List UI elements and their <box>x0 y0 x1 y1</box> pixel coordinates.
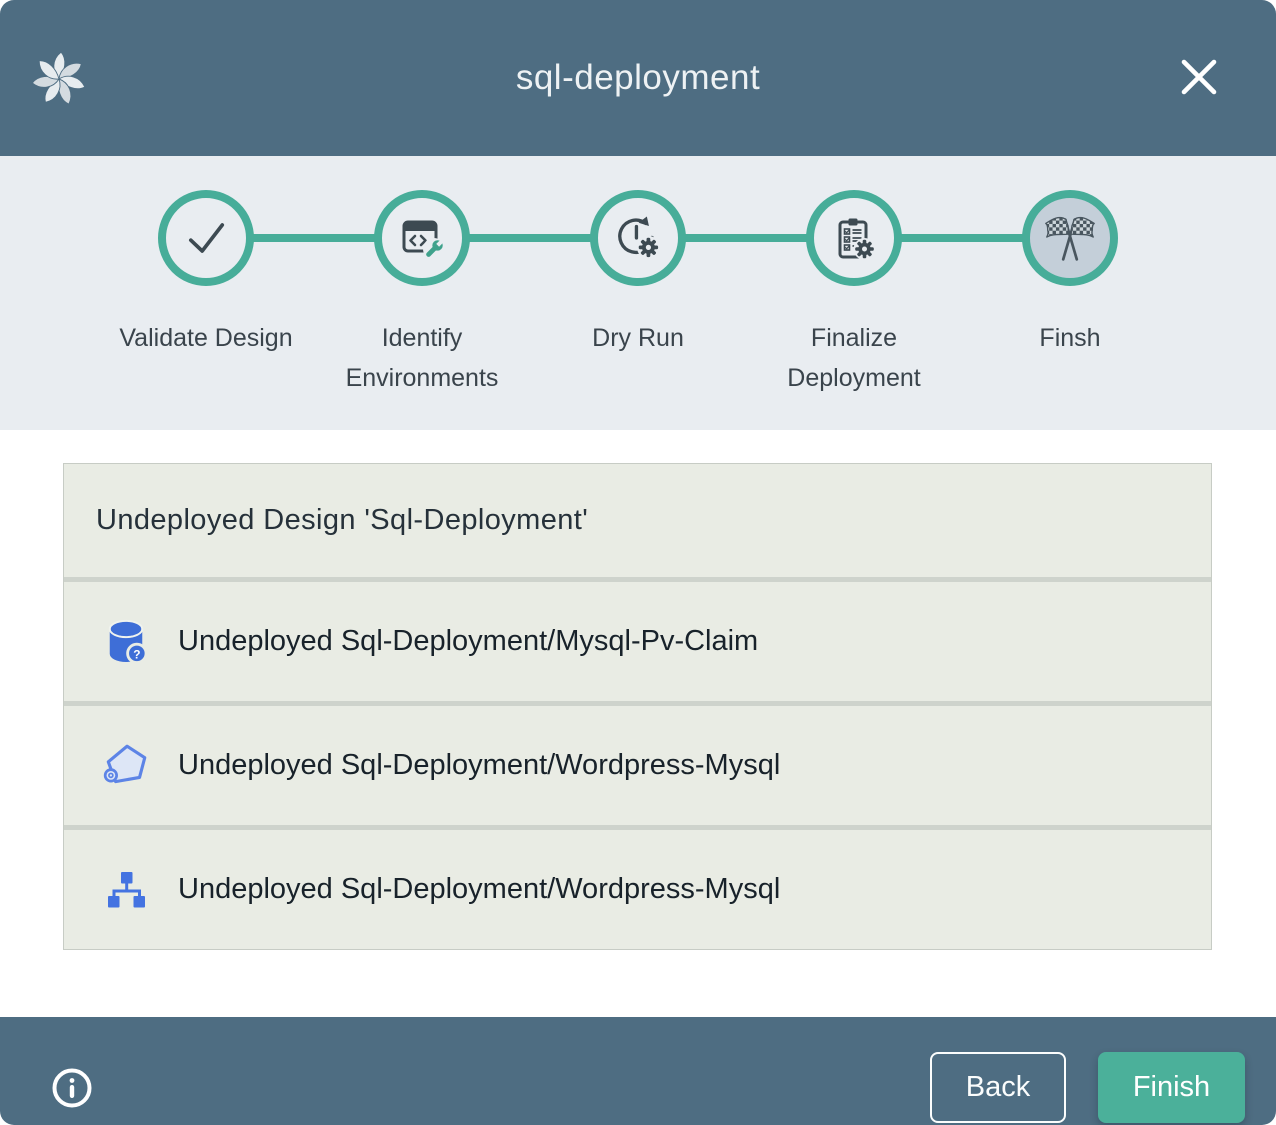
step-validate-design: Validate Design <box>98 156 314 398</box>
results-panel: Undeployed Design 'Sql-Deployment' ? Und… <box>0 463 1276 1017</box>
svg-text:?: ? <box>133 647 140 661</box>
close-icon[interactable] <box>1175 53 1223 101</box>
step-label: Dry Run <box>592 318 684 358</box>
step-label: Finalize Deployment <box>749 318 959 398</box>
step-label: Identify Environments <box>317 318 527 398</box>
info-icon[interactable] <box>50 1066 94 1110</box>
list-item: ? Undeployed Sql-Deployment/Mysql-Pv-Cla… <box>64 582 1211 701</box>
dialog-title: sql-deployment <box>0 0 1276 156</box>
wizard-stepper: Validate Design <box>0 156 1276 430</box>
step-finsh: Finsh <box>962 156 1178 398</box>
list-item-text: Undeployed Sql-Deployment/Mysql-Pv-Claim <box>178 625 758 658</box>
check-icon[interactable] <box>158 190 254 286</box>
deployment-wizard-dialog: sql-deployment Validate Design <box>0 0 1276 1125</box>
code-wrench-icon[interactable] <box>374 190 470 286</box>
clipboard-gear-icon[interactable] <box>806 190 902 286</box>
step-finalize-deployment: Finalize Deployment <box>746 156 962 398</box>
history-gear-icon[interactable] <box>590 190 686 286</box>
service-pentagon-icon <box>100 740 152 792</box>
list-item-text: Undeployed Sql-Deployment/Wordpress-Mysq… <box>178 749 780 782</box>
dialog-footer: Back Finish <box>0 1017 1276 1125</box>
result-header-row: Undeployed Design 'Sql-Deployment' <box>64 464 1211 577</box>
list-item-text: Undeployed Sql-Deployment/Wordpress-Mysq… <box>178 873 780 906</box>
list-item: Undeployed Sql-Deployment/Wordpress-Mysq… <box>64 830 1211 949</box>
step-dry-run: Dry Run <box>530 156 746 398</box>
undeployed-results-list: Undeployed Design 'Sql-Deployment' ? Und… <box>63 463 1212 950</box>
deployment-tree-icon <box>100 864 152 916</box>
back-button[interactable]: Back <box>930 1052 1066 1123</box>
checkered-flags-icon[interactable] <box>1022 190 1118 286</box>
list-item: Undeployed Sql-Deployment/Wordpress-Mysq… <box>64 706 1211 825</box>
step-label: Finsh <box>1039 318 1100 358</box>
step-identify-environments: Identify Environments <box>314 156 530 398</box>
dialog-header: sql-deployment <box>0 0 1276 156</box>
database-icon: ? <box>100 616 152 668</box>
finish-button[interactable]: Finish <box>1098 1052 1245 1123</box>
step-label: Validate Design <box>119 318 292 358</box>
